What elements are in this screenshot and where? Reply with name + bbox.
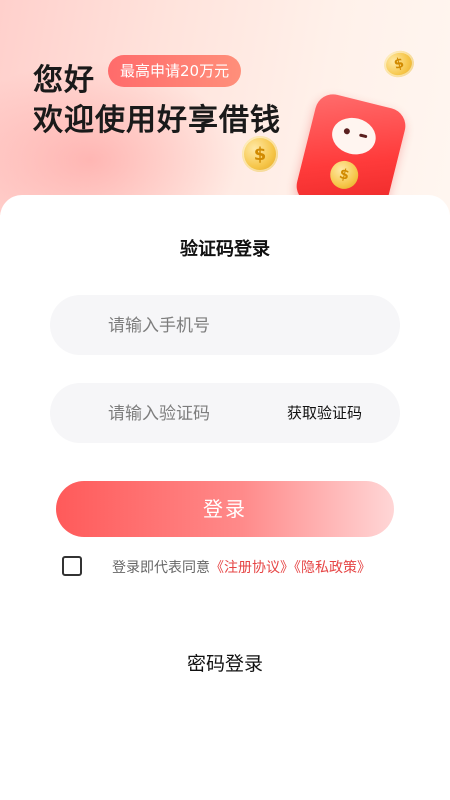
hero-banner: 您好 最高申请20万元 欢迎使用好享借钱 $ $ $: [0, 0, 450, 260]
mascot-eye-icon: [343, 127, 351, 135]
coin-icon: $: [381, 47, 417, 81]
phone-field[interactable]: [50, 295, 400, 357]
mascot-wink-icon: [358, 133, 368, 139]
coin-symbol: $: [337, 165, 351, 184]
phone-input[interactable]: [106, 295, 380, 357]
code-field[interactable]: 获取验证码: [50, 383, 400, 445]
hero-title: 欢迎使用好享借钱: [33, 103, 281, 138]
coin-symbol: $: [392, 55, 406, 73]
login-page: 您好 最高申请20万元 欢迎使用好享借钱 $ $ $ 验证码登录 获取验证码: [0, 0, 450, 800]
register-agreement-link[interactable]: 《注册协议》: [210, 560, 294, 576]
privacy-policy-link[interactable]: 《隐私政策》: [294, 560, 371, 576]
agreement-text: 登录即代表同意《注册协议》《隐私政策》: [112, 557, 371, 577]
coin-icon: $: [242, 136, 278, 172]
login-card: 验证码登录 获取验证码 登录 登录即代表同意《注册协议》《隐私政策》 密码登录: [0, 195, 450, 800]
mascot-face: [328, 113, 380, 159]
login-title: 验证码登录: [180, 239, 270, 260]
code-input[interactable]: [106, 383, 280, 445]
agreement-checkbox[interactable]: [62, 556, 82, 576]
password-login-link[interactable]: 密码登录: [0, 649, 450, 676]
hero-greeting: 您好: [33, 63, 95, 98]
coin-symbol: $: [253, 143, 267, 165]
max-amount-badge: 最高申请20万元: [108, 55, 242, 87]
agreement-prefix: 登录即代表同意: [112, 560, 210, 576]
get-code-button[interactable]: 获取验证码: [287, 383, 362, 443]
login-button[interactable]: 登录: [56, 481, 394, 537]
coin-icon: $: [327, 157, 362, 192]
